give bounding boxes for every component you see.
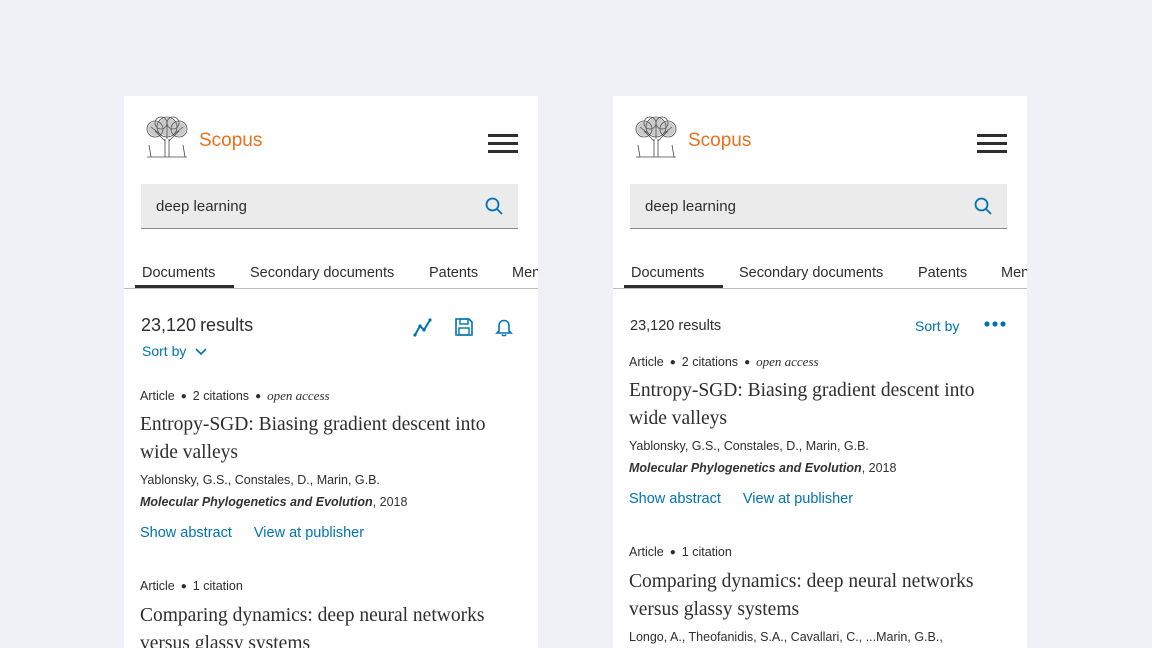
- active-tab-indicator: [624, 285, 723, 288]
- view-at-publisher-link[interactable]: View at publisher: [743, 491, 853, 507]
- elsevier-tree-logo-icon: [635, 116, 677, 158]
- chevron-down-icon: [195, 348, 207, 356]
- document-type: Article: [629, 355, 664, 369]
- document-type: Article: [140, 579, 175, 593]
- citation-count: 2 citations: [192, 389, 250, 403]
- document-type-tabs: Documents Secondary documents Patents Me…: [613, 256, 1027, 289]
- bell-alert-icon[interactable]: [494, 317, 514, 337]
- sort-by-button[interactable]: Sort by: [915, 318, 959, 334]
- result-item: Article ● 2 citations ● open access Entropy-…: [629, 354, 1009, 507]
- open-access-badge: open access: [756, 354, 819, 369]
- result-item: Article ● 1 citation Comparing dynamics: d…: [140, 579, 520, 648]
- citation-count: 1 citation: [192, 579, 243, 593]
- document-type: Article: [140, 389, 175, 403]
- result-actions: Show abstract View at publisher: [140, 525, 520, 541]
- result-source: Molecular Phylogenetics and Evolution, 2…: [140, 495, 520, 513]
- tab-patents[interactable]: Patents: [918, 265, 967, 281]
- result-meta: Article ● 2 citations ● open access: [629, 354, 819, 369]
- results-label: results: [678, 318, 722, 334]
- show-abstract-link[interactable]: Show abstract: [629, 491, 721, 507]
- tab-documents[interactable]: Documents: [142, 265, 215, 281]
- results-number: 23,120: [141, 315, 197, 335]
- brand-name: Scopus: [199, 130, 263, 151]
- result-meta: Article ● 2 citations ● open access: [140, 388, 330, 403]
- search-icon[interactable]: [973, 196, 993, 216]
- mobile-view-left: Scopus Documents Secondary documents Pat…: [124, 96, 538, 648]
- results-count: 23,120 results: [630, 318, 721, 334]
- active-tab-indicator: [135, 285, 234, 288]
- results-count: 23,120 results: [141, 315, 253, 336]
- view-at-publisher-link[interactable]: View at publisher: [254, 525, 364, 541]
- search-input[interactable]: [630, 184, 960, 228]
- document-type-tabs: Documents Secondary documents Patents Me…: [124, 256, 538, 289]
- result-title[interactable]: Comparing dynamics: deep neural networks…: [140, 602, 520, 648]
- open-access-badge: open access: [267, 388, 330, 403]
- result-title[interactable]: Entropy-SGD: Biasing gradient descent in…: [629, 377, 1009, 433]
- results-label: results: [200, 315, 254, 335]
- analyze-results-icon[interactable]: [413, 317, 433, 337]
- tab-mendeley[interactable]: Mendeley: [512, 265, 538, 281]
- search-input[interactable]: [141, 184, 471, 228]
- tab-secondary-documents[interactable]: Secondary documents: [250, 265, 394, 281]
- result-authors: Yablonsky, G.S., Constales, D., Marin, G…: [629, 439, 869, 453]
- result-item: Article ● 1 citation Comparing dynamics: d…: [629, 545, 1009, 648]
- result-title[interactable]: Comparing dynamics: deep neural networks…: [629, 568, 1009, 624]
- result-authors: Yablonsky, G.S., Constales, D., Marin, G…: [140, 473, 380, 487]
- search-icon[interactable]: [484, 196, 504, 216]
- result-meta: Article ● 1 citation: [629, 545, 732, 559]
- search-bar: [141, 184, 518, 229]
- sort-by-label: Sort by: [142, 343, 187, 359]
- tab-secondary-documents[interactable]: Secondary documents: [739, 265, 883, 281]
- result-authors: Longo, A., Theofanidis, S.A., Cavallari,…: [629, 630, 943, 644]
- publication-year: , 2018: [861, 461, 897, 475]
- tab-mendeley[interactable]: Mendeley: [1001, 265, 1027, 281]
- journal-name: Molecular Phylogenetics and Evolution: [629, 461, 862, 475]
- more-options-icon[interactable]: [983, 320, 1007, 328]
- document-type: Article: [629, 545, 664, 559]
- show-abstract-link[interactable]: Show abstract: [140, 525, 232, 541]
- result-item: Article ● 2 citations ● open access Entropy-…: [140, 388, 520, 541]
- results-number: 23,120: [630, 318, 675, 334]
- result-actions: Show abstract View at publisher: [629, 491, 1009, 507]
- hamburger-menu-icon[interactable]: [977, 134, 1007, 154]
- tab-documents[interactable]: Documents: [631, 265, 704, 281]
- journal-name: Molecular Phylogenetics and Evolution: [140, 495, 373, 509]
- brand-name: Scopus: [688, 130, 752, 151]
- citation-count: 2 citations: [681, 355, 739, 369]
- sort-by-dropdown[interactable]: Sort by: [142, 343, 208, 359]
- mobile-view-right: Scopus Documents Secondary documents Pat…: [613, 96, 1027, 648]
- publication-year: , 2018: [372, 495, 408, 509]
- search-bar: [630, 184, 1007, 229]
- elsevier-tree-logo-icon: [146, 116, 188, 158]
- result-meta: Article ● 1 citation: [140, 579, 243, 593]
- hamburger-menu-icon[interactable]: [488, 134, 518, 154]
- citation-count: 1 citation: [681, 545, 732, 559]
- tab-patents[interactable]: Patents: [429, 265, 478, 281]
- result-source: Molecular Phylogenetics and Evolution, 2…: [629, 461, 1009, 479]
- save-icon[interactable]: [454, 317, 474, 337]
- result-title[interactable]: Entropy-SGD: Biasing gradient descent in…: [140, 411, 520, 467]
